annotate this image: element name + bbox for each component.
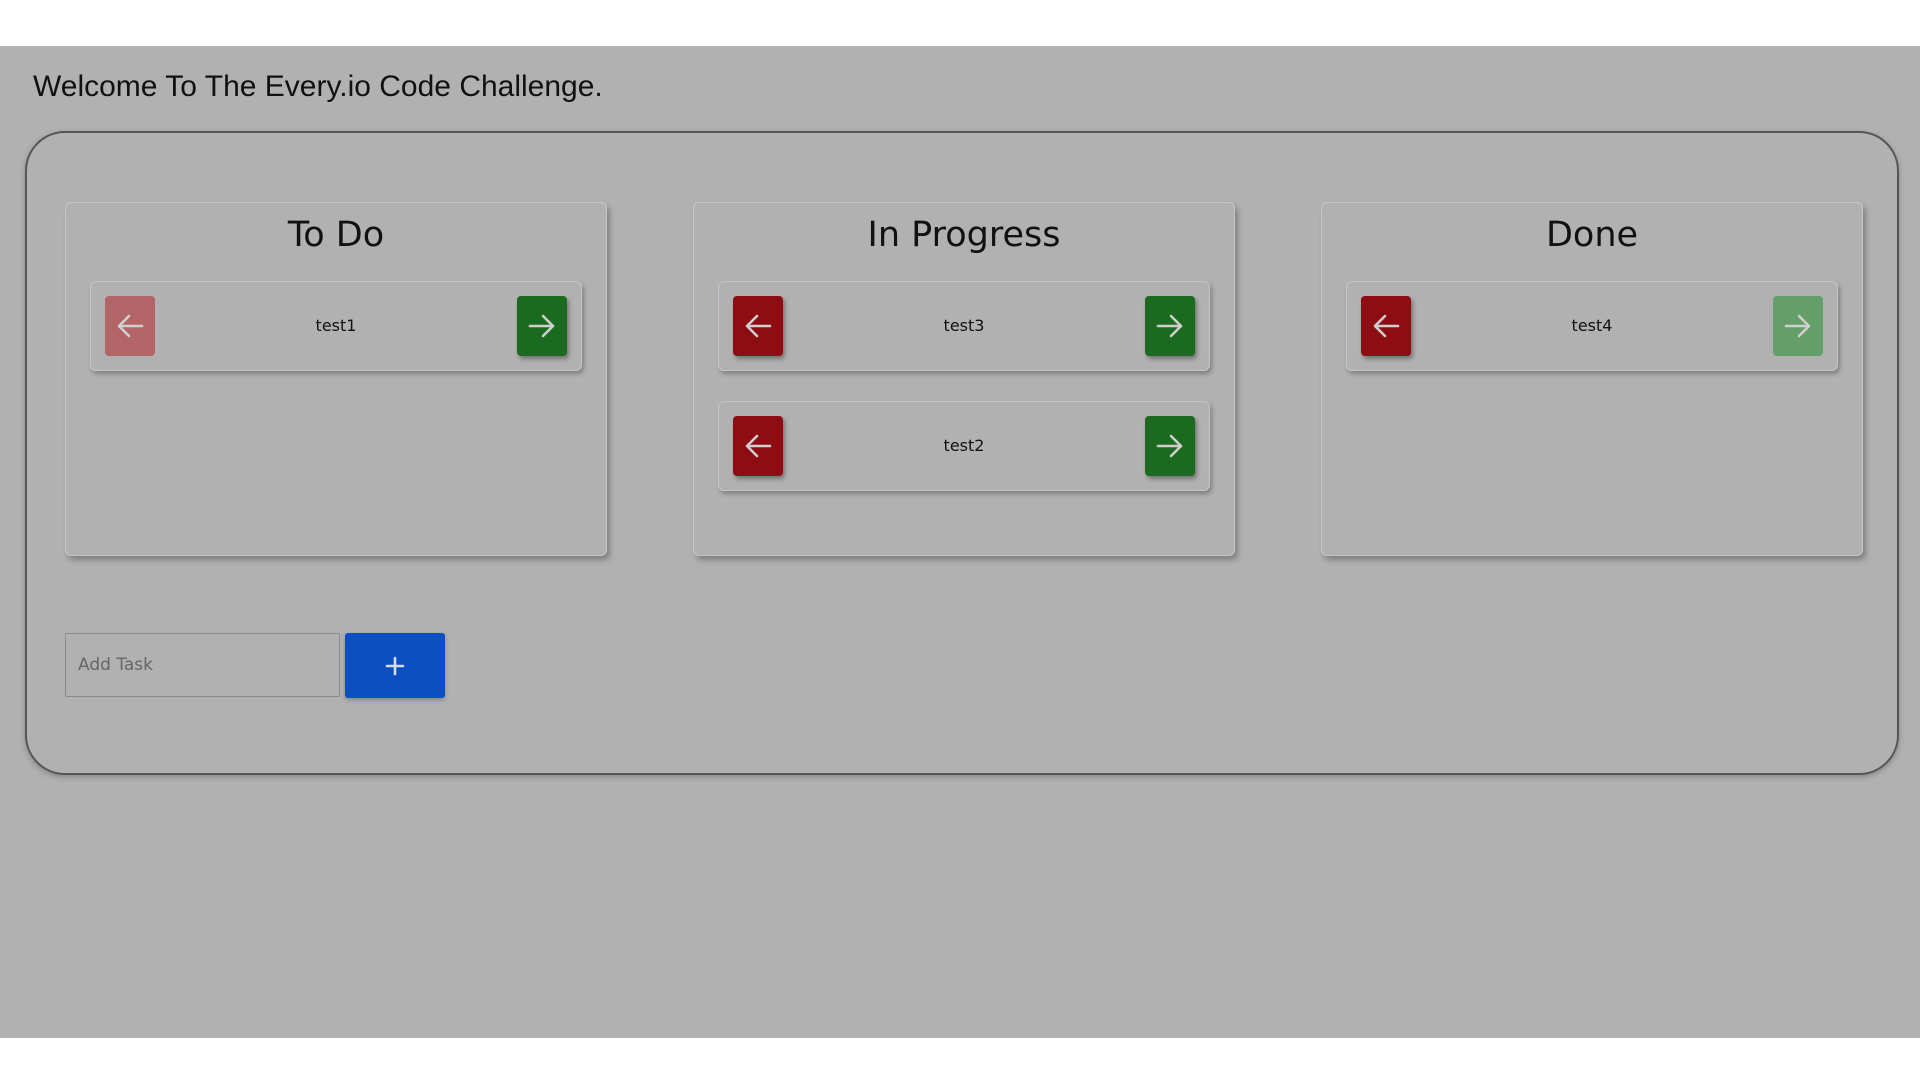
add-task-input[interactable] xyxy=(65,633,340,697)
task-card: test4 xyxy=(1346,281,1838,371)
arrow-left-icon xyxy=(745,434,772,458)
column-title: Done xyxy=(1545,215,1639,255)
arrow-left-icon xyxy=(117,314,144,338)
move-right-button[interactable] xyxy=(1773,296,1823,356)
column-title: To Do xyxy=(287,215,385,255)
column-in-progress: In Progress test3 test2 xyxy=(693,202,1235,556)
task-card: test1 xyxy=(90,281,582,371)
arrow-right-icon xyxy=(1156,314,1183,338)
arrow-left-icon xyxy=(1373,314,1400,338)
column-todo: To Do test1 xyxy=(65,202,607,556)
task-name: test1 xyxy=(315,316,357,335)
column-done: Done test4 xyxy=(1321,202,1863,556)
page-backdrop: Welcome To The Every.io Code Challenge. … xyxy=(0,46,1920,1038)
move-left-button[interactable] xyxy=(733,416,783,476)
move-left-button[interactable] xyxy=(1361,296,1411,356)
arrow-right-icon xyxy=(528,314,555,338)
task-card: test2 xyxy=(718,401,1210,491)
arrow-right-icon xyxy=(1156,434,1183,458)
move-right-button[interactable] xyxy=(1145,296,1195,356)
add-task-button[interactable] xyxy=(345,633,445,698)
task-name: test3 xyxy=(943,316,985,335)
page-title: Welcome To The Every.io Code Challenge. xyxy=(33,70,603,103)
arrow-right-icon xyxy=(1784,314,1811,338)
arrow-left-icon xyxy=(745,314,772,338)
task-board: To Do test1 In Progress test3 test2 Done… xyxy=(25,131,1899,775)
move-right-button[interactable] xyxy=(517,296,567,356)
task-name: test2 xyxy=(943,436,985,455)
task-name: test4 xyxy=(1571,316,1613,335)
move-left-button[interactable] xyxy=(733,296,783,356)
column-title: In Progress xyxy=(867,215,1061,255)
move-left-button[interactable] xyxy=(105,296,155,356)
move-right-button[interactable] xyxy=(1145,416,1195,476)
plus-icon xyxy=(385,656,405,675)
task-card: test3 xyxy=(718,281,1210,371)
